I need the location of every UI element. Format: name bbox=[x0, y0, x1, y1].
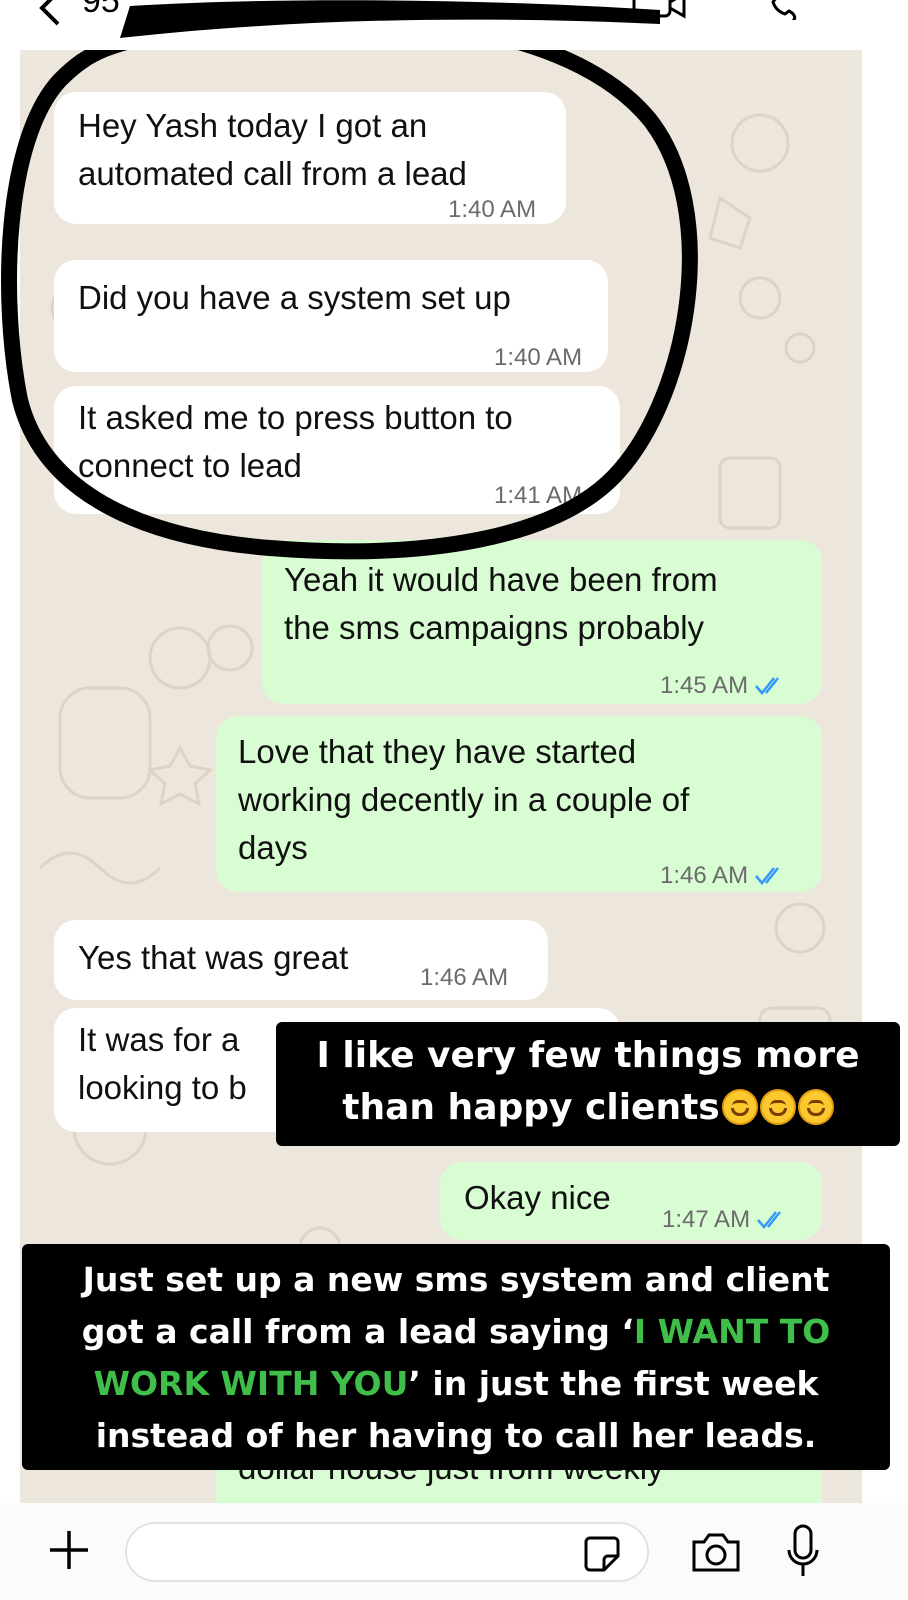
message-bubble-outgoing[interactable]: Love that they have started working dece… bbox=[216, 716, 822, 892]
story-caption-sms-system: Just set up a new sms system and client … bbox=[22, 1244, 890, 1470]
caption-line: Just set up a new sms system and client bbox=[82, 1260, 830, 1299]
caption-line: instead of her having to call her leads. bbox=[95, 1416, 817, 1455]
message-time: 1:41 AM bbox=[494, 482, 583, 509]
chat-header: 95 bbox=[0, 0, 908, 50]
message-text: Did you have a system set up bbox=[78, 279, 511, 316]
message-time: 1:46 AM bbox=[420, 964, 509, 991]
story-caption-happy-clients: I like very few things more than happy c… bbox=[276, 1022, 900, 1146]
caption-highlight: WORK WITH YOU bbox=[93, 1364, 409, 1403]
message-meta: 1:45 AM bbox=[660, 662, 788, 710]
message-meta: 1:46 AM bbox=[660, 852, 788, 900]
microphone-icon[interactable] bbox=[785, 1524, 821, 1580]
message-bubble-incoming[interactable]: Did you have a system set up 1:40 AM bbox=[54, 260, 608, 372]
message-bubble-incoming[interactable]: It asked me to press button to connect t… bbox=[54, 386, 620, 514]
message-meta: 1:40 AM bbox=[448, 186, 536, 234]
camera-icon[interactable] bbox=[690, 1530, 742, 1574]
message-time: 1:47 AM bbox=[662, 1206, 751, 1233]
message-bubble-incoming[interactable]: Hey Yash today I got an automated call f… bbox=[54, 92, 566, 224]
message-meta: 1:46 AM bbox=[420, 954, 508, 1002]
double-check-icon bbox=[757, 1211, 782, 1229]
caption-text: got a call from a lead saying bbox=[81, 1312, 622, 1351]
caption-text: in just the first week bbox=[420, 1364, 819, 1403]
message-text: Yeah it would have been from the sms cam… bbox=[284, 561, 718, 646]
message-time: 1:40 AM bbox=[494, 344, 583, 371]
caption-text: ‘ bbox=[621, 1312, 634, 1351]
message-bubble-outgoing[interactable]: Yeah it would have been from the sms cam… bbox=[262, 540, 822, 704]
caption-text: than happy clients bbox=[342, 1087, 720, 1128]
message-bubble-incoming[interactable]: Yes that was great 1:46 AM bbox=[54, 920, 548, 1000]
message-input[interactable] bbox=[125, 1522, 649, 1582]
video-call-icon[interactable] bbox=[630, 0, 690, 20]
message-text: Hey Yash today I got an automated call f… bbox=[78, 107, 467, 192]
caption-line: got a call from a lead saying ‘I WANT TO bbox=[22, 1306, 890, 1358]
message-text: Yes that was great bbox=[78, 939, 349, 976]
plus-icon[interactable] bbox=[44, 1525, 94, 1575]
message-time: 1:40 AM bbox=[448, 196, 537, 223]
message-meta: 1:41 AM bbox=[494, 472, 582, 520]
message-text: Okay nice bbox=[464, 1179, 611, 1216]
caption-line: than happy clients bbox=[276, 1082, 900, 1134]
sticker-icon[interactable] bbox=[582, 1534, 622, 1574]
smiling-face-emoji-icon bbox=[721, 1089, 758, 1125]
double-check-icon bbox=[755, 677, 780, 695]
caption-highlight: I WANT TO bbox=[633, 1312, 831, 1351]
message-bubble-outgoing[interactable]: Okay nice 1:47 AM bbox=[440, 1162, 822, 1240]
message-time: 1:46 AM bbox=[660, 862, 749, 889]
caption-line: WORK WITH YOU’ in just the first week bbox=[22, 1358, 890, 1410]
smiling-face-emoji-icon bbox=[797, 1089, 834, 1125]
message-text: It was for a looking to b bbox=[78, 1021, 247, 1106]
double-check-icon bbox=[755, 867, 780, 885]
smiling-face-emoji-icon bbox=[759, 1089, 796, 1125]
caption-text: ’ bbox=[408, 1364, 421, 1403]
phone-icon[interactable] bbox=[760, 0, 800, 20]
message-time: 1:45 AM bbox=[660, 672, 749, 699]
message-text: Love that they have started working dece… bbox=[238, 733, 690, 866]
message-text: It asked me to press button to connect t… bbox=[78, 399, 513, 484]
message-meta: 1:40 AM bbox=[494, 334, 582, 382]
caption-line: I like very few things more bbox=[316, 1035, 860, 1076]
message-meta: 1:47 AM bbox=[662, 1196, 790, 1244]
